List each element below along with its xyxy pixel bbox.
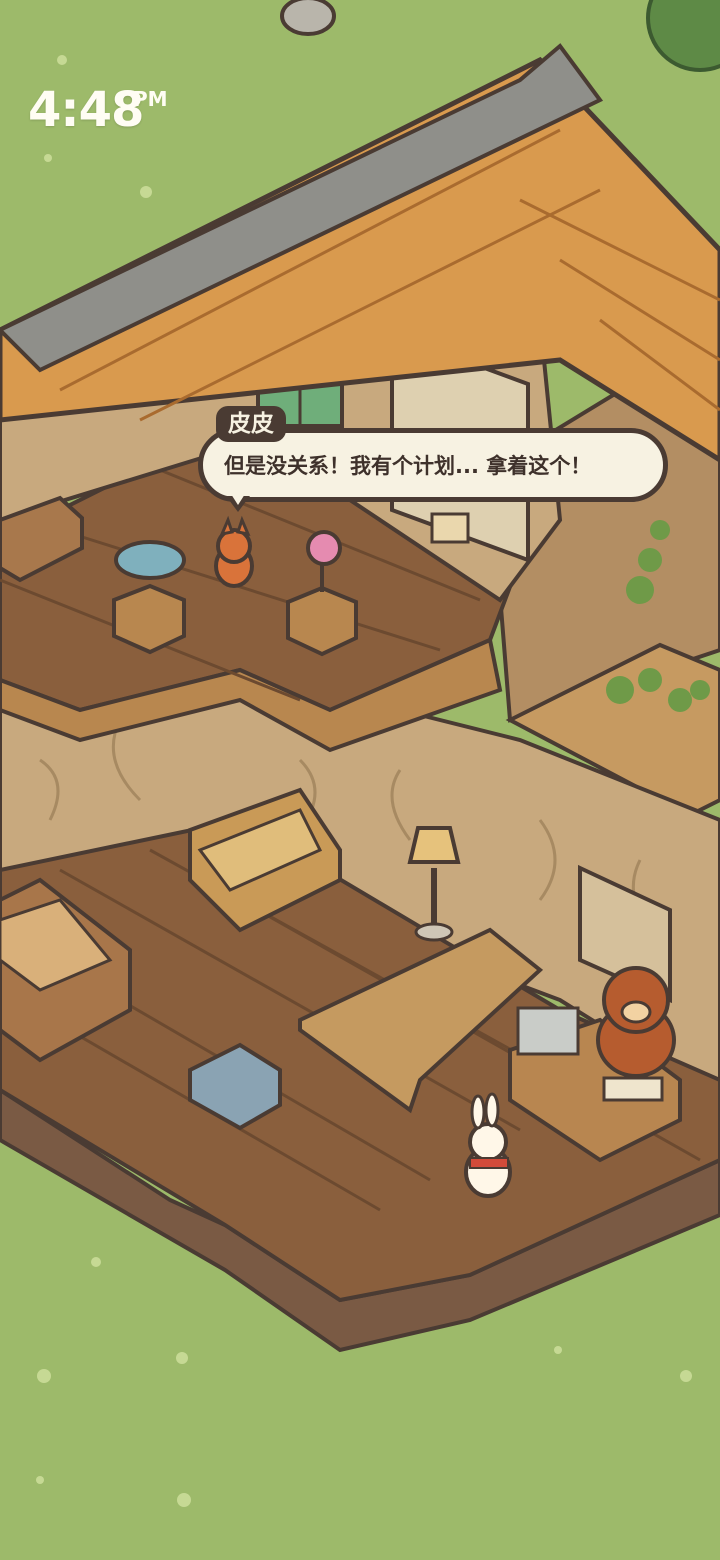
- rock: [280, 0, 336, 36]
- house-scene[interactable]: [0, 0, 720, 1560]
- status-ampm: PM: [133, 87, 168, 111]
- speaker-name-tag: 皮皮: [216, 406, 286, 442]
- dialogue-text: 但是没关系！我有个计划... 拿着这个！: [224, 454, 592, 478]
- bear-shopkeeper-character[interactable]: [596, 966, 676, 1078]
- status-time: 4:48: [28, 82, 144, 138]
- speech-bubble-tail-fill: [231, 494, 245, 505]
- game-screen[interactable]: 4:48 PM 皮皮 但是没关系！我有个计划... 拿着这个！: [0, 0, 720, 1560]
- telescope-pedestal[interactable]: [112, 540, 186, 655]
